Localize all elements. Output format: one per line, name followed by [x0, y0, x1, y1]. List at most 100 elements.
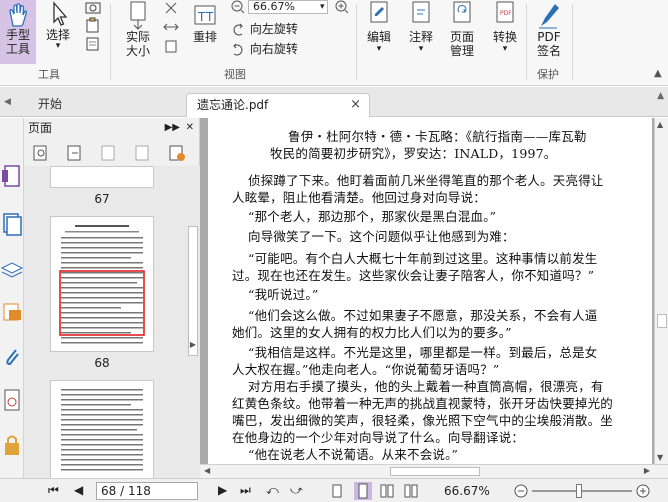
zoom-out-thumbnail-icon[interactable] [66, 144, 84, 162]
thumbnail-scrollbar[interactable] [188, 226, 198, 356]
continuous-facing-icon[interactable] [404, 484, 418, 498]
text-line: 在他身边的一个少年对向导说了什么。向导翻译说： [232, 430, 525, 445]
previous-view-icon[interactable]: ⤺ [266, 483, 279, 498]
rotate-left-button[interactable]: 向左旋转 [230, 20, 298, 38]
zoom-out-icon[interactable] [514, 484, 528, 498]
comments-icon[interactable] [0, 298, 24, 328]
zoom-in-thumbnail-icon[interactable] [32, 144, 50, 162]
horizontal-scroll-thumb[interactable] [390, 467, 480, 476]
thumbnail-list[interactable]: 67 68 ▶ [24, 166, 200, 478]
page-thumbnail[interactable] [50, 380, 154, 478]
horizontal-scrollbar[interactable]: ◀ ▶ [200, 464, 668, 478]
thumbnail-panel: 页面 ▶▶ ✕ 67 68 ▶ [24, 118, 200, 478]
text-line: “他在说老人不说葡语。从来不会说。” [248, 447, 459, 462]
close-icon[interactable]: × [350, 94, 361, 116]
hand-tool-button[interactable]: 手型 工具 [0, 0, 36, 64]
pen-icon [539, 4, 559, 29]
separator [526, 4, 527, 80]
first-page-icon[interactable]: ⏮ [48, 483, 59, 498]
scroll-up-icon[interactable]: ▲ [657, 120, 663, 129]
extract-page-icon[interactable] [100, 144, 118, 162]
reflow-button[interactable]: T T 重排 [188, 0, 222, 64]
continuous-page-icon[interactable] [354, 482, 372, 500]
tab-scroll-up-icon[interactable]: ▲ [657, 91, 664, 101]
pdf-sign-button[interactable]: PDF 签名 [530, 0, 568, 64]
select-tool-button[interactable]: 选择 ▾ [42, 0, 74, 64]
rotate-right-label: 向右旋转 [249, 42, 298, 56]
next-page-icon[interactable]: ▶ [218, 483, 227, 497]
page-number-input[interactable]: 68 / 118 [96, 482, 198, 500]
text-line: 红黄色条纹。他带着一种无声的挑战直视蒙特，张开牙齿快要掉光的 [232, 396, 614, 411]
group-label-tools: 工具 [38, 68, 60, 81]
edit-label: 编辑 [366, 30, 391, 44]
scroll-down-icon[interactable]: ▶ [188, 340, 198, 354]
tab-scroll-left-icon[interactable]: ◀ [4, 97, 11, 107]
scroll-left-icon[interactable]: ◀ [204, 466, 210, 475]
next-view-icon[interactable]: ⤻ [290, 483, 303, 498]
replace-page-icon[interactable] [134, 144, 152, 162]
annotate-button[interactable]: 注释 ▾ [404, 0, 438, 64]
fit-page-icon[interactable] [162, 0, 180, 16]
vertical-scrollbar[interactable]: ▲ ▼ [654, 118, 668, 464]
fit-visible-icon[interactable] [162, 38, 180, 54]
text-line: 向导微笑了一下。这个问题似乎让他感到为难： [248, 229, 515, 244]
text-line: 她们。这里的女人拥有的权力比人们以为的要多。” [232, 325, 512, 340]
edit-button[interactable]: 编辑 ▾ [362, 0, 396, 64]
text-line: “可能吧。有个白人大概七十年前到过这里。这种事情以前发生 [248, 251, 598, 266]
convert-label: 转换 [492, 30, 517, 44]
reflow-icon: T T [194, 5, 216, 25]
document-view[interactable]: 鲁伊・杜阿尔特・德・卡瓦略：《航行指南——库瓦勒 牧民的简要初步研究》，罗安达：… [200, 118, 668, 478]
tab-document[interactable]: 遗忘通论.pdf × [186, 93, 370, 117]
insert-page-icon[interactable] [168, 144, 186, 162]
page-manage-icon [453, 1, 471, 23]
expand-panel-icon[interactable]: ▶▶ [165, 118, 180, 138]
page-thumbnail-icon[interactable] [0, 162, 24, 192]
scroll-down-icon[interactable]: ▼ [657, 453, 663, 462]
bookmark-pages-icon[interactable] [0, 210, 24, 240]
single-page-icon[interactable] [330, 484, 344, 498]
reflow-label: 重排 [192, 30, 217, 44]
previous-page-icon[interactable]: ◀ [74, 483, 83, 497]
page-thumbnail-selected[interactable] [50, 216, 154, 352]
close-panel-icon[interactable]: ✕ [186, 118, 194, 138]
collapse-ribbon-icon[interactable]: ▲ [654, 68, 662, 79]
rotate-left-icon [233, 23, 243, 35]
zoom-slider-track[interactable] [532, 490, 632, 492]
facing-page-icon[interactable] [380, 484, 394, 498]
svg-text:PDF: PDF [500, 10, 512, 17]
camera-icon[interactable] [84, 0, 102, 14]
page-preview [59, 225, 145, 344]
fit-width-icon[interactable] [162, 19, 180, 35]
scroll-right-icon[interactable]: ▶ [644, 466, 650, 475]
layers-icon[interactable] [0, 254, 24, 284]
attachment-icon[interactable] [0, 342, 24, 372]
zoom-in-icon[interactable] [334, 0, 350, 14]
status-bar: ⏮ ◀ 68 / 118 ▶ ⏭ ⤺ ⤻ 66.67% [0, 478, 668, 502]
page-manage-button[interactable]: 页面 管理 [444, 0, 480, 64]
pdf-sign-label-1: PDF [537, 30, 561, 44]
annotate-label: 注释 [408, 30, 433, 44]
zoom-input[interactable]: 66.67% [248, 0, 328, 14]
zoom-out-icon[interactable] [230, 0, 246, 14]
rotate-right-button[interactable]: 向右旋转 [230, 40, 298, 58]
hand-tool-label-1: 手型 [5, 28, 30, 42]
text-line: 侦探蹲了下来。他盯着面前几米坐得笔直的那个老人。天亮得让 [248, 173, 604, 188]
zoom-in-icon[interactable] [636, 484, 650, 498]
zoom-dropdown-icon[interactable]: ▾ [320, 0, 325, 14]
signature-panel-icon[interactable] [0, 386, 24, 416]
zoom-level-display: 66.67% [444, 484, 490, 498]
page-thumbnail[interactable] [50, 166, 154, 188]
actual-size-button[interactable]: 实际 大小 [118, 0, 158, 64]
separator [110, 4, 111, 80]
document-page: 鲁伊・杜阿尔特・德・卡瓦略：《航行指南——库瓦勒 牧民的简要初步研究》，罗安达：… [208, 118, 652, 478]
actual-size-label-2: 大小 [125, 44, 150, 58]
text-line: 人大权在握。”他走向老人。“你说葡萄牙语吗？” [232, 362, 500, 377]
zoom-slider-handle[interactable] [576, 484, 582, 498]
find-icon[interactable] [84, 36, 102, 52]
vertical-scroll-thumb[interactable] [657, 314, 667, 328]
convert-button[interactable]: PDF 转换 ▾ [488, 0, 522, 64]
lock-icon[interactable] [0, 430, 24, 460]
clipboard-icon[interactable] [84, 17, 102, 33]
last-page-icon[interactable]: ⏭ [240, 483, 251, 498]
tab-start[interactable]: 开始 [22, 93, 182, 117]
